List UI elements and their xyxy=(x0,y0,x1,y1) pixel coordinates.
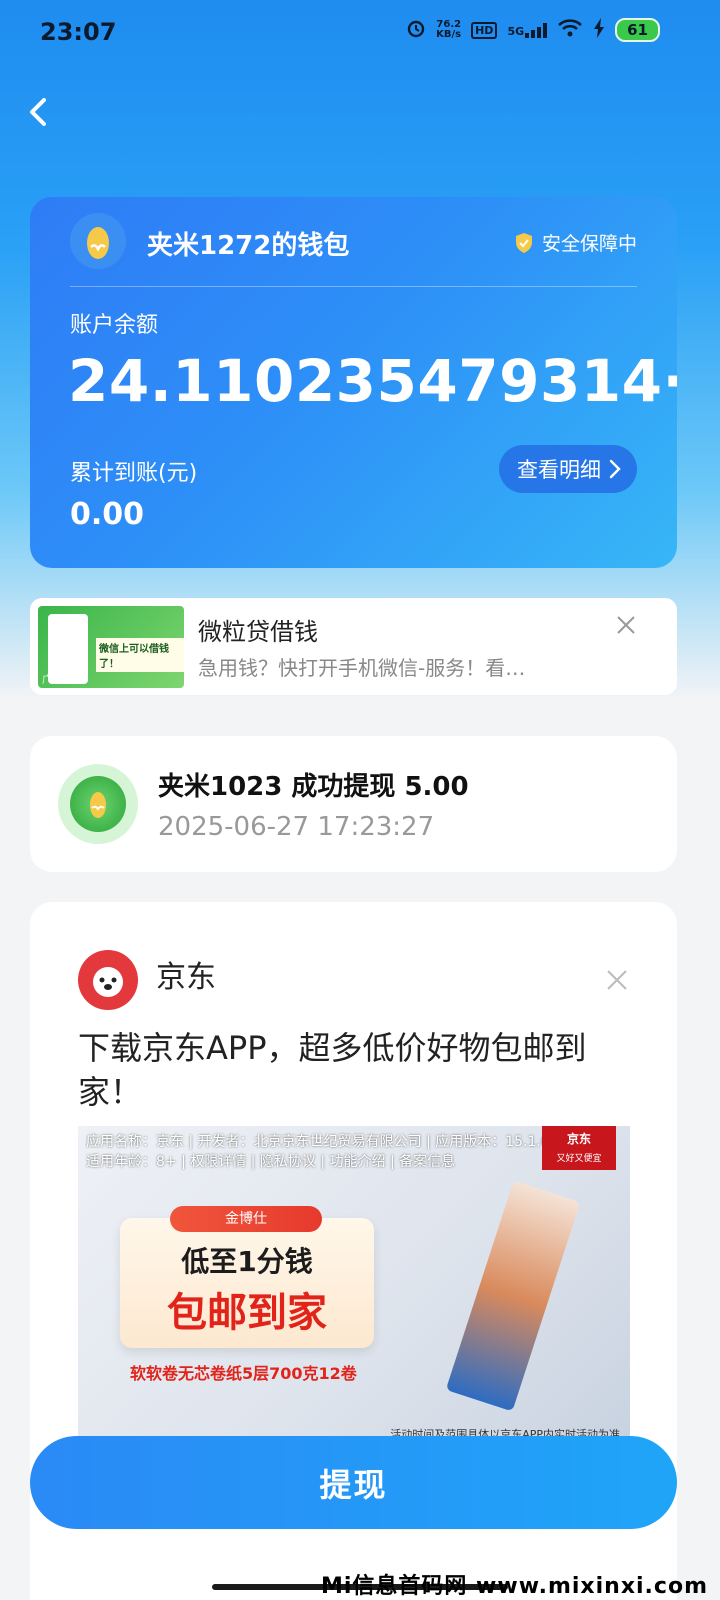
ad-close-button[interactable] xyxy=(605,968,629,992)
security-label: 安全保障中 xyxy=(541,233,637,255)
rice-grain-icon xyxy=(90,792,106,818)
rice-grain-icon xyxy=(87,227,109,259)
view-detail-button[interactable]: 查看明细 xyxy=(499,445,637,493)
jd-logo xyxy=(78,950,138,1010)
weili-ad-card[interactable]: 微信上可以借钱了！ 广告 微粒贷借钱 急用钱？快打开手机微信-服务！看… xyxy=(30,598,677,695)
banner-tag-sub: 又好又便宜 xyxy=(556,1154,602,1164)
charging-icon xyxy=(593,18,605,42)
promo-line2: 包邮到家 xyxy=(167,1290,327,1336)
wifi-icon xyxy=(557,18,583,42)
thumbnail-text: 微信上可以借钱了！ xyxy=(96,638,184,672)
chevron-right-icon xyxy=(609,459,621,479)
app-info-text: 应用名称：京东 | 开发者：北京京东世纪贸易有限公司 | 应用版本：15.1.6… xyxy=(86,1132,568,1172)
app-info-line1: 应用名称：京东 | 开发者：北京京东世纪贸易有限公司 | 应用版本：15.1.6… xyxy=(86,1134,568,1150)
promo-line1: 低至1分钱 xyxy=(181,1245,313,1278)
record-avatar xyxy=(58,764,138,844)
withdraw-button[interactable]: 提现 xyxy=(30,1436,677,1529)
close-icon xyxy=(617,616,635,634)
status-bar: 23:07 76.2 KB/s HD 5G 61 xyxy=(0,0,720,64)
cellular-signal-icon: 5G xyxy=(507,22,548,38)
total-label: 累计到账(元) xyxy=(70,461,198,486)
promo-box: 金博仕 低至1分钱 包邮到家 xyxy=(120,1206,374,1348)
ad-thumbnail: 微信上可以借钱了！ 广告 xyxy=(38,606,184,688)
withdraw-record-card: 夹米1023 成功提现 5.00 2025-06-27 17:23:27 xyxy=(30,736,677,872)
close-icon xyxy=(607,970,627,990)
balance-label: 账户余额 xyxy=(70,313,159,338)
jd-banner-tag: 京东 又好又便宜 xyxy=(542,1126,616,1170)
status-time: 23:07 xyxy=(40,18,117,46)
net-speed-unit: KB/s xyxy=(436,29,462,40)
ad-banner[interactable]: 应用名称：京东 | 开发者：北京京东世纪贸易有限公司 | 应用版本：15.1.6… xyxy=(78,1126,630,1446)
ad-brand: 京东 xyxy=(156,960,216,995)
network-speed: 76.2 KB/s xyxy=(436,20,461,40)
ad-headline: 下载京东APP，超多低价好物包邮到家！ xyxy=(78,1029,587,1111)
watermark: Mi信息首码网 www.mixinxi.com xyxy=(320,1574,708,1599)
ad-title: 微粒贷借钱 xyxy=(198,618,318,646)
status-icons: 76.2 KB/s HD 5G 61 xyxy=(406,18,660,42)
banner-tag-label: 京东 xyxy=(566,1132,591,1146)
ad-tag: 广告 xyxy=(42,675,62,686)
product-image xyxy=(445,1180,581,1412)
wallet-name: 夹米1272的钱包 xyxy=(147,231,350,261)
shield-icon xyxy=(515,232,532,253)
security-status: 安全保障中 xyxy=(514,229,637,256)
record-timestamp: 2025-06-27 17:23:27 xyxy=(158,812,435,842)
network-type: 5G xyxy=(507,25,525,38)
back-button[interactable] xyxy=(22,94,58,130)
alarm-icon xyxy=(406,18,426,42)
ad-close-button[interactable] xyxy=(615,614,637,636)
chevron-left-icon xyxy=(30,98,46,126)
promo-pill: 金博仕 xyxy=(170,1206,322,1232)
promo-subtitle: 软软卷无芯卷纸5层700克12卷 xyxy=(130,1364,357,1383)
total-value: 0.00 xyxy=(70,497,145,532)
hd-icon: HD xyxy=(471,21,498,39)
wallet-logo xyxy=(70,213,126,269)
balance-value: 24.110235479314·· xyxy=(68,347,677,415)
wallet-card: 夹米1272的钱包 安全保障中 账户余额 24.110235479314·· 累… xyxy=(30,197,677,568)
battery-indicator: 61 xyxy=(615,18,660,42)
app-info-line2: 适用年龄：8+ | 权限详情 | 隐私协议 | 功能介绍 | 备案信息 xyxy=(86,1154,456,1170)
jd-dog-icon xyxy=(92,965,123,997)
divider xyxy=(70,286,637,287)
view-detail-label: 查看明细 xyxy=(517,458,601,482)
ad-description: 急用钱？快打开手机微信-服务！看… xyxy=(198,656,526,680)
record-title: 夹米1023 成功提现 5.00 xyxy=(158,772,469,802)
